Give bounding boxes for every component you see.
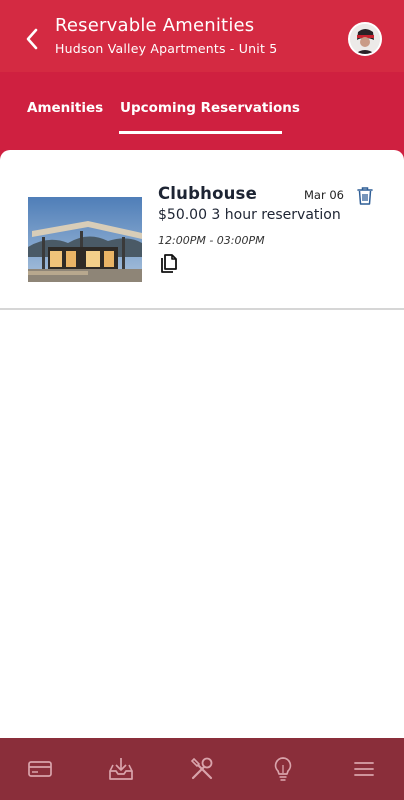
- menu-icon: [353, 762, 374, 776]
- trash-icon: [357, 187, 373, 205]
- inbox-download-icon: [109, 758, 134, 780]
- nav-inbox[interactable]: [101, 749, 141, 789]
- nav-menu[interactable]: [344, 749, 384, 789]
- card-icon: [28, 761, 53, 777]
- chevron-left-icon: [26, 28, 38, 50]
- tab-amenities[interactable]: Amenities: [27, 100, 103, 128]
- tabs-bar: Amenities Upcoming Reservations: [0, 72, 404, 160]
- reservations-list: Clubhouse Mar 06 $50.00 3 hour reservati…: [0, 150, 404, 740]
- back-button[interactable]: [20, 24, 44, 54]
- header-titles: Reservable Amenities Hudson Valley Apart…: [55, 14, 277, 58]
- tab-upcoming-reservations[interactable]: Upcoming Reservations: [120, 100, 300, 128]
- clubhouse-photo: [28, 197, 142, 282]
- user-avatar-icon: [350, 24, 380, 54]
- nav-maintenance[interactable]: [182, 749, 222, 789]
- amenity-name: Clubhouse: [158, 184, 257, 203]
- reservation-date: Mar 06: [304, 188, 344, 202]
- nav-ideas[interactable]: [263, 749, 303, 789]
- bottom-nav: [0, 738, 404, 800]
- active-tab-indicator: [119, 131, 282, 134]
- delete-reservation-button[interactable]: [356, 186, 374, 206]
- nav-payments[interactable]: [20, 749, 60, 789]
- property-subtitle: Hudson Valley Apartments - Unit 5: [55, 41, 278, 56]
- page-title: Reservable Amenities: [55, 15, 255, 36]
- copy-document-icon: [161, 254, 177, 273]
- app-header: Reservable Amenities Hudson Valley Apart…: [0, 0, 404, 72]
- clubhouse-image: [28, 197, 142, 282]
- reservation-time: 12:00PM - 03:00PM: [158, 234, 265, 247]
- copy-button[interactable]: [158, 253, 180, 275]
- reservation-card[interactable]: Clubhouse Mar 06 $50.00 3 hour reservati…: [0, 150, 404, 310]
- avatar[interactable]: [348, 22, 382, 56]
- lightbulb-icon: [274, 757, 292, 781]
- reservation-description: $50.00 3 hour reservation: [158, 207, 341, 223]
- tools-icon: [190, 757, 213, 780]
